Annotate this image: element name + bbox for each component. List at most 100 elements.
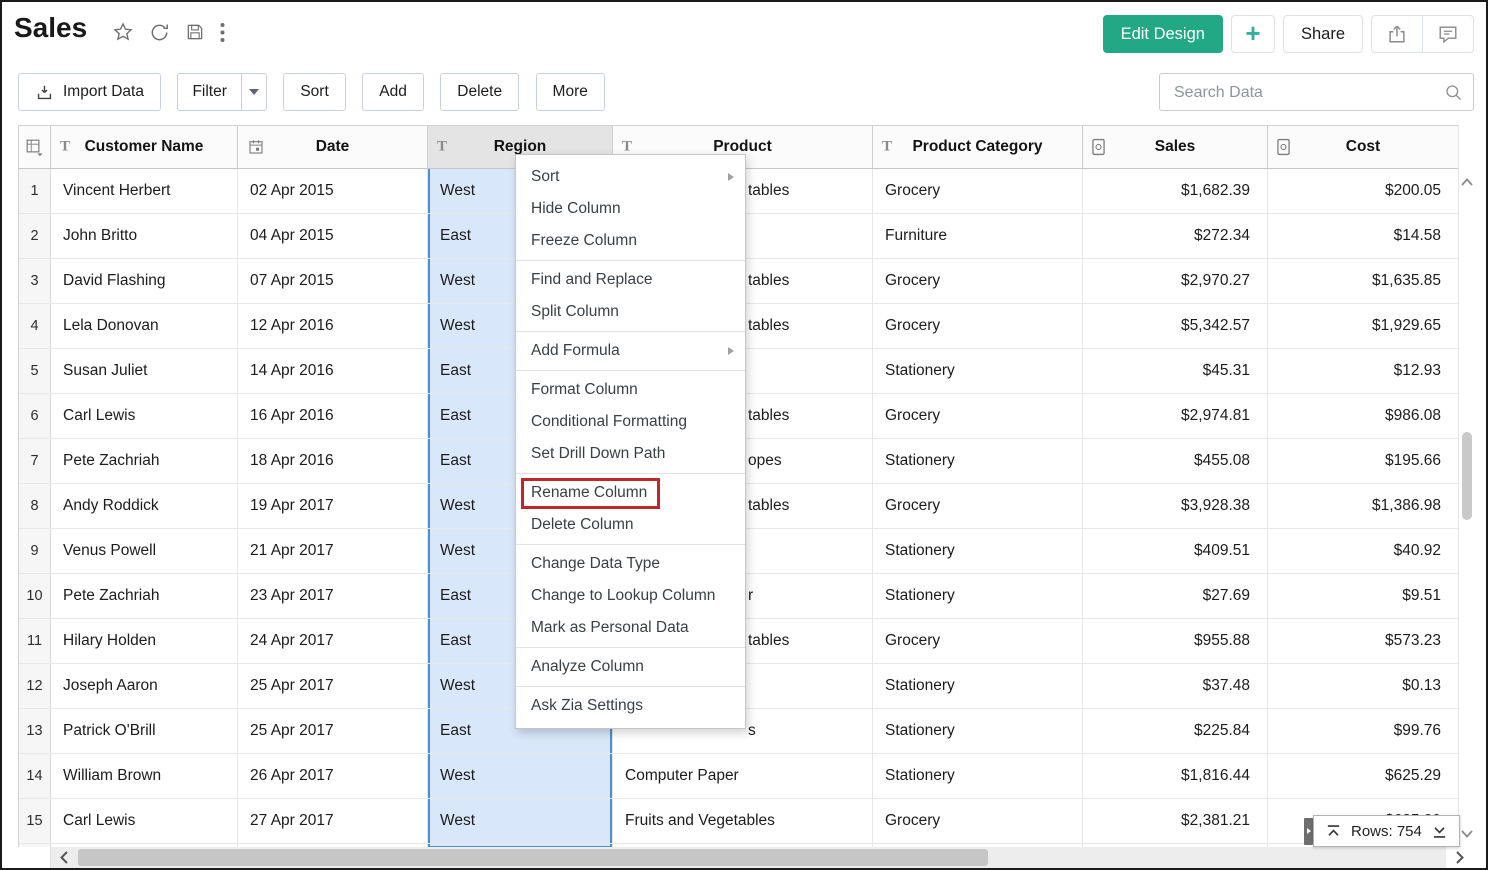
row-number-cell[interactable]: 5 bbox=[19, 349, 51, 393]
row-number-cell[interactable]: 15 bbox=[19, 799, 51, 843]
cell-product-category[interactable]: Stationery bbox=[873, 439, 1083, 483]
comments-icon[interactable] bbox=[1422, 16, 1473, 52]
cell-cost[interactable]: $12.93 bbox=[1268, 349, 1459, 393]
menu-item-conditional-formatting[interactable]: Conditional Formatting bbox=[516, 406, 745, 438]
row-number-cell[interactable]: 7 bbox=[19, 439, 51, 483]
cell-customer-name[interactable]: Pete Zachriah bbox=[51, 574, 238, 618]
menu-item-format-column[interactable]: Format Column bbox=[516, 374, 745, 406]
cell-cost[interactable]: $625.29 bbox=[1268, 754, 1459, 798]
cell-date[interactable]: 26 Apr 2017 bbox=[238, 754, 428, 798]
cell-sales[interactable]: $272.34 bbox=[1083, 214, 1268, 258]
favorite-star-icon[interactable] bbox=[112, 21, 134, 43]
cell-sales[interactable]: $2,970.27 bbox=[1083, 259, 1268, 303]
more-button[interactable]: More bbox=[536, 73, 605, 111]
cell-product-category[interactable]: Stationery bbox=[873, 529, 1083, 573]
row-number-cell[interactable]: 12 bbox=[19, 664, 51, 708]
cell-sales[interactable]: $3,928.38 bbox=[1083, 484, 1268, 528]
cell-cost[interactable]: $40.92 bbox=[1268, 529, 1459, 573]
cell-sales[interactable]: $5,342.57 bbox=[1083, 304, 1268, 348]
cell-date[interactable]: 19 Apr 2017 bbox=[238, 484, 428, 528]
cell-product-category[interactable]: Grocery bbox=[873, 394, 1083, 438]
cell-customer-name[interactable]: Hilary Holden bbox=[51, 619, 238, 663]
cell-product-category[interactable]: Grocery bbox=[873, 259, 1083, 303]
cell-date[interactable]: 27 Apr 2017 bbox=[238, 799, 428, 843]
search-icon[interactable] bbox=[1444, 83, 1463, 107]
delete-button[interactable]: Delete bbox=[440, 73, 519, 111]
menu-item-split-column[interactable]: Split Column bbox=[516, 296, 745, 328]
cell-cost[interactable]: $9.51 bbox=[1268, 574, 1459, 618]
menu-item-set-drill-down-path[interactable]: Set Drill Down Path bbox=[516, 438, 745, 470]
cell-sales[interactable]: $2,974.81 bbox=[1083, 394, 1268, 438]
cell-product-category[interactable]: Grocery bbox=[873, 484, 1083, 528]
row-number-cell[interactable]: 10 bbox=[19, 574, 51, 618]
cell-product[interactable]: Computer Paper bbox=[613, 754, 873, 798]
cell-date[interactable]: 18 Apr 2016 bbox=[238, 439, 428, 483]
scroll-to-bottom-icon[interactable] bbox=[1432, 824, 1447, 839]
cell-date[interactable]: 04 Apr 2015 bbox=[238, 214, 428, 258]
row-number-cell[interactable]: 3 bbox=[19, 259, 51, 303]
cell-customer-name[interactable]: William Brown bbox=[51, 754, 238, 798]
row-number-cell[interactable]: 13 bbox=[19, 709, 51, 753]
cell-date[interactable]: 16 Apr 2016 bbox=[238, 394, 428, 438]
column-header-sales[interactable]: Sales bbox=[1083, 126, 1268, 168]
cell-region[interactable]: West bbox=[428, 754, 613, 798]
cell-cost[interactable]: $1,929.65 bbox=[1268, 304, 1459, 348]
menu-item-analyze-column[interactable]: Analyze Column bbox=[516, 651, 745, 683]
menu-item-change-to-lookup-column[interactable]: Change to Lookup Column bbox=[516, 580, 745, 612]
cell-sales[interactable]: $955.88 bbox=[1083, 619, 1268, 663]
menu-item-ask-zia-settings[interactable]: Ask Zia Settings bbox=[516, 690, 745, 722]
cell-cost[interactable]: $99.76 bbox=[1268, 709, 1459, 753]
cell-date[interactable]: 23 Apr 2017 bbox=[238, 574, 428, 618]
menu-item-find-and-replace[interactable]: Find and Replace bbox=[516, 264, 745, 296]
horizontal-scroll-thumb[interactable] bbox=[78, 849, 988, 866]
cell-customer-name[interactable]: Lela Donovan bbox=[51, 304, 238, 348]
search-input[interactable] bbox=[1172, 74, 1436, 112]
import-data-button[interactable]: Import Data bbox=[18, 73, 161, 111]
row-number-cell[interactable]: 6 bbox=[19, 394, 51, 438]
refresh-icon[interactable] bbox=[149, 22, 170, 43]
add-new-button[interactable]: + bbox=[1231, 15, 1275, 53]
cell-product[interactable]: Fruits and Vegetables bbox=[613, 799, 873, 843]
cell-region[interactable]: West bbox=[428, 799, 613, 843]
scroll-up-icon[interactable] bbox=[1459, 173, 1475, 191]
cell-customer-name[interactable]: Joseph Aaron bbox=[51, 664, 238, 708]
cell-date[interactable]: 07 Apr 2015 bbox=[238, 259, 428, 303]
menu-item-hide-column[interactable]: Hide Column bbox=[516, 193, 745, 225]
cell-sales[interactable]: $455.08 bbox=[1083, 439, 1268, 483]
column-header-product-category[interactable]: T Product Category bbox=[873, 126, 1083, 168]
cell-cost[interactable]: $14.58 bbox=[1268, 214, 1459, 258]
cell-product-category[interactable]: Stationery bbox=[873, 754, 1083, 798]
cell-customer-name[interactable]: Pete Zachriah bbox=[51, 439, 238, 483]
cell-sales[interactable]: $1,682.39 bbox=[1083, 169, 1268, 213]
row-number-cell[interactable]: 4 bbox=[19, 304, 51, 348]
cell-cost[interactable]: $0.13 bbox=[1268, 664, 1459, 708]
cell-product-category[interactable]: Stationery bbox=[873, 574, 1083, 618]
cell-sales[interactable]: $27.69 bbox=[1083, 574, 1268, 618]
edit-design-button[interactable]: Edit Design bbox=[1103, 15, 1223, 53]
select-all-header[interactable] bbox=[19, 126, 51, 168]
cell-customer-name[interactable]: Venus Powell bbox=[51, 529, 238, 573]
cell-customer-name[interactable]: Susan Juliet bbox=[51, 349, 238, 393]
column-header-customer-name[interactable]: T Customer Name bbox=[51, 126, 238, 168]
cell-date[interactable]: 12 Apr 2016 bbox=[238, 304, 428, 348]
rows-widget-collapse-handle[interactable] bbox=[1304, 818, 1313, 845]
row-number-cell[interactable]: 1 bbox=[19, 169, 51, 213]
cell-customer-name[interactable]: Carl Lewis bbox=[51, 799, 238, 843]
cell-cost[interactable]: $986.08 bbox=[1268, 394, 1459, 438]
menu-item-mark-as-personal-data[interactable]: Mark as Personal Data bbox=[516, 612, 745, 644]
cell-cost[interactable]: $200.05 bbox=[1268, 169, 1459, 213]
cell-customer-name[interactable]: John Britto bbox=[51, 214, 238, 258]
menu-item-change-data-type[interactable]: Change Data Type bbox=[516, 548, 745, 580]
cell-sales[interactable]: $2,381.21 bbox=[1083, 799, 1268, 843]
cell-customer-name[interactable]: Vincent Herbert bbox=[51, 169, 238, 213]
filter-dropdown-caret[interactable] bbox=[241, 74, 266, 110]
cell-product-category[interactable]: Furniture bbox=[873, 214, 1083, 258]
vertical-scroll-thumb[interactable] bbox=[1462, 432, 1472, 520]
horizontal-scrollbar[interactable] bbox=[18, 847, 1458, 868]
row-number-cell[interactable]: 2 bbox=[19, 214, 51, 258]
menu-item-rename-column[interactable]: Rename Column bbox=[516, 477, 745, 509]
cell-date[interactable]: 14 Apr 2016 bbox=[238, 349, 428, 393]
cell-customer-name[interactable]: Patrick O'Brill bbox=[51, 709, 238, 753]
cell-product-category[interactable]: Stationery bbox=[873, 664, 1083, 708]
row-number-cell[interactable]: 8 bbox=[19, 484, 51, 528]
